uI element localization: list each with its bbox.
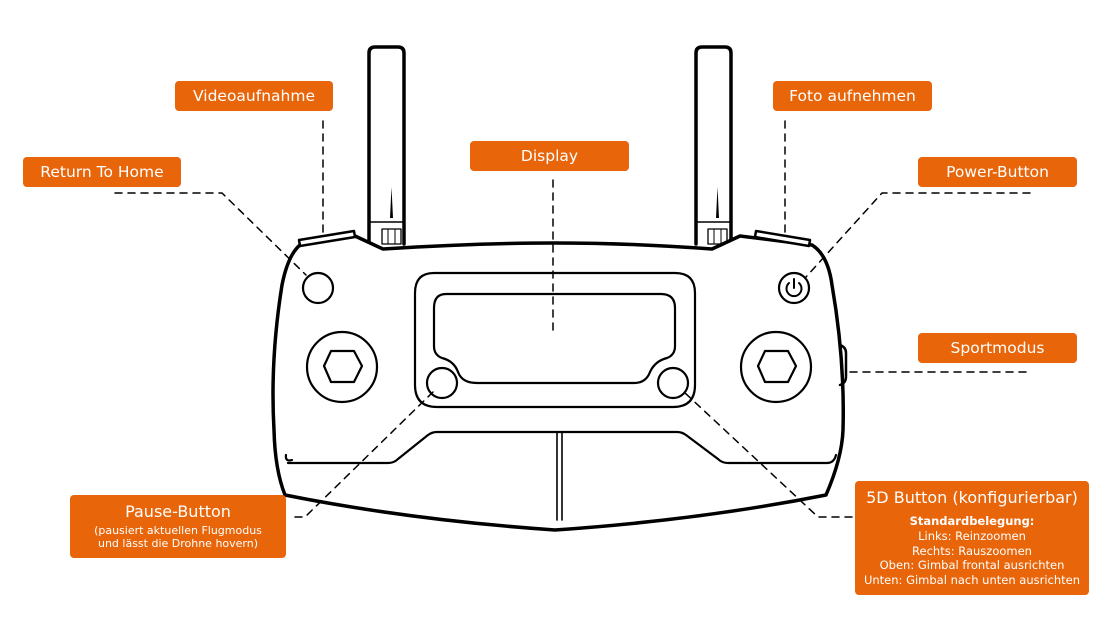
pause-description-line: und lässt die Drohne hovern) <box>97 537 259 550</box>
five-d-title: 5D Button (konfigurierbar) <box>866 488 1078 507</box>
label-pause-button: Pause-Button (pausiert aktuellen Flugmod… <box>70 495 286 558</box>
pause-title: Pause-Button <box>125 502 231 521</box>
five-d-mapping: Rechts: Rauszoomen <box>912 543 1032 558</box>
leader-rth <box>114 192 307 276</box>
pause-description-line: (pausiert aktuellen Flugmodus <box>94 524 262 537</box>
five-d-mapping: Links: Reinzoomen <box>918 529 1026 543</box>
five-d-mapping: Oben: Gimbal frontal ausrichten <box>879 558 1065 572</box>
label-return-to-home: Return To Home <box>23 157 181 187</box>
five-d-mapping: Unten: Gimbal nach unten ausrichten <box>863 572 1081 587</box>
five-d-heading: Standardbelegung: <box>909 514 1035 528</box>
leader-power <box>805 192 1031 278</box>
left-antenna <box>367 45 406 246</box>
label-sportmodus: Sportmodus <box>918 333 1077 363</box>
label-videoaufnahme: Videoaufnahme <box>175 81 333 111</box>
label-display: Display <box>470 141 629 171</box>
label-foto-aufnehmen: Foto aufnehmen <box>773 81 932 111</box>
label-power-button: Power-Button <box>918 157 1077 187</box>
right-antenna <box>694 45 733 246</box>
label-5d-button: 5D Button (konfigurierbar) Standardbeleg… <box>855 481 1089 595</box>
